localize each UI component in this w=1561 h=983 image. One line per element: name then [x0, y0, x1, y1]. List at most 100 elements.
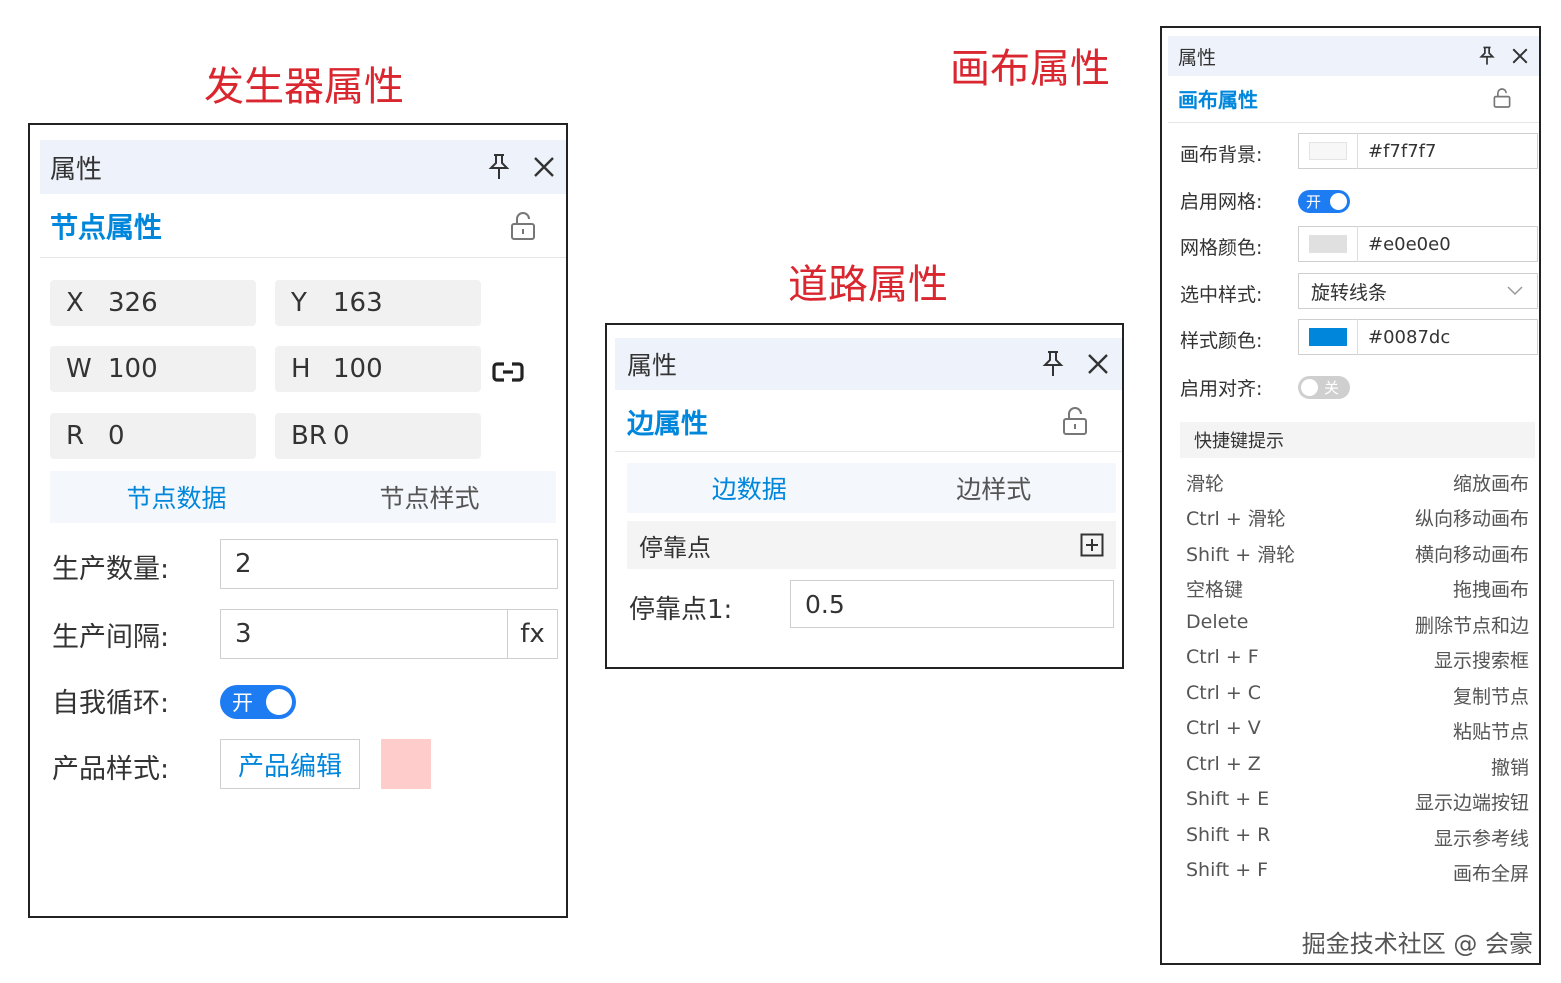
- swatch-divider: [1357, 319, 1358, 355]
- shortcut-title: 快捷键提示: [1194, 431, 1284, 452]
- dock-input[interactable]: 0.5: [790, 580, 1114, 628]
- shortcut-row: Shift + R 显示参考线: [1186, 824, 1529, 851]
- shortcut-key: 空格键: [1186, 579, 1244, 601]
- shortcut-key: Delete: [1186, 611, 1249, 633]
- shortcut-key: Ctrl + Z: [1186, 753, 1261, 775]
- production-interval-input[interactable]: 3: [220, 609, 508, 659]
- shortcut-row: Ctrl + 滑轮 纵向移动画布: [1186, 504, 1529, 531]
- w-key: W: [66, 354, 92, 384]
- y-value: 163: [333, 288, 383, 318]
- shortcut-row: Shift + E 显示边端按钮: [1186, 788, 1529, 815]
- shortcut-action: 显示搜索框: [1433, 650, 1529, 672]
- unlock-icon[interactable]: [510, 211, 536, 241]
- h-field[interactable]: H 100: [275, 346, 481, 392]
- bg-color-swatch[interactable]: [1309, 142, 1347, 160]
- unlock-icon[interactable]: [1493, 87, 1511, 109]
- swatch-divider: [1357, 133, 1358, 169]
- style-color-swatch[interactable]: [1309, 328, 1347, 346]
- canvas-caption: 画布属性: [950, 46, 1110, 92]
- node-tabs: 节点数据 节点样式: [50, 471, 556, 523]
- grid-color-swatch[interactable]: [1309, 235, 1347, 253]
- shortcut-action: 纵向移动画布: [1414, 508, 1529, 530]
- shortcut-action: 缩放画布: [1452, 473, 1529, 495]
- grid-color-input[interactable]: #e0e0e0: [1298, 226, 1538, 262]
- self-loop-toggle[interactable]: 开: [220, 685, 296, 719]
- w-value: 100: [108, 354, 158, 384]
- unlock-icon[interactable]: [1062, 406, 1088, 436]
- tab-edge-data[interactable]: 边数据: [627, 463, 872, 513]
- shortcut-row: Delete 删除节点和边: [1186, 611, 1529, 638]
- production-count-label: 生产数量:: [52, 554, 170, 585]
- tab-edge-style[interactable]: 边样式: [872, 463, 1117, 513]
- production-count-input[interactable]: 2: [220, 539, 558, 589]
- add-dock-icon[interactable]: [1080, 533, 1104, 557]
- toggle-knob: [1330, 193, 1347, 210]
- shortcut-action: 删除节点和边: [1414, 615, 1529, 637]
- style-color-input[interactable]: #0087dc: [1298, 319, 1538, 355]
- link-ratio-icon[interactable]: [492, 361, 524, 383]
- close-icon[interactable]: [1511, 47, 1529, 65]
- br-value: 0: [333, 421, 350, 451]
- product-edit-label: 产品编辑: [237, 751, 342, 782]
- watermark: 掘金技术社区 @ 会豪: [1301, 930, 1533, 958]
- tab-node-style[interactable]: 节点样式: [303, 471, 556, 523]
- shortcut-action: 粘贴节点: [1452, 721, 1529, 743]
- shortcut-action: 画布全屏: [1452, 863, 1529, 885]
- br-field[interactable]: BR 0: [275, 413, 481, 459]
- pin-icon[interactable]: [488, 153, 510, 181]
- divider: [40, 257, 566, 258]
- close-icon[interactable]: [532, 155, 556, 179]
- shortcut-action: 横向移动画布: [1414, 544, 1529, 566]
- close-icon[interactable]: [1086, 352, 1110, 376]
- canvas-properties-panel: 属性 画布属性 画布背景: #f7f7f7 启用网格: 开 网格颜色: #e0e…: [1160, 26, 1541, 965]
- style-color-label: 样式颜色:: [1180, 330, 1263, 352]
- product-edit-button[interactable]: 产品编辑: [220, 739, 360, 789]
- tab-node-data[interactable]: 节点数据: [50, 471, 303, 523]
- fx-button[interactable]: fx: [507, 609, 558, 659]
- divider: [1168, 122, 1539, 123]
- h-key: H: [291, 354, 311, 384]
- panel-title: 属性: [50, 154, 103, 185]
- r-field[interactable]: R 0: [50, 413, 256, 459]
- section-title-row: 边属性: [627, 397, 1088, 445]
- pin-icon[interactable]: [1479, 46, 1495, 66]
- shortcut-row: Ctrl + Z 撤销: [1186, 753, 1529, 780]
- shortcut-action: 显示边端按钮: [1414, 792, 1529, 814]
- section-title: 画布属性: [1178, 87, 1258, 112]
- align-toggle-text: 关: [1324, 379, 1340, 397]
- shortcut-action: 拖拽画布: [1452, 579, 1529, 601]
- y-key: Y: [291, 288, 307, 318]
- x-field[interactable]: X 326: [50, 280, 256, 326]
- section-title-row: 画布属性: [1178, 80, 1511, 116]
- grid-color-value: #e0e0e0: [1368, 233, 1451, 255]
- x-key: X: [66, 288, 84, 318]
- shortcut-header: 快捷键提示: [1180, 422, 1535, 458]
- y-field[interactable]: Y 163: [275, 280, 481, 326]
- style-color-value: #0087dc: [1368, 326, 1451, 348]
- product-style-label: 产品样式:: [52, 754, 170, 785]
- section-title: 边属性: [627, 408, 708, 440]
- r-value: 0: [108, 421, 125, 451]
- w-field[interactable]: W 100: [50, 346, 256, 392]
- product-color-swatch[interactable]: [381, 739, 431, 789]
- toggle-knob: [1301, 379, 1318, 396]
- bg-color-input[interactable]: #f7f7f7: [1298, 133, 1538, 169]
- panel-title: 属性: [1178, 46, 1217, 69]
- shortcut-row: Shift + 滑轮 横向移动画布: [1186, 540, 1529, 567]
- grid-enable-toggle[interactable]: 开: [1298, 190, 1350, 213]
- shortcut-key: Shift + E: [1186, 788, 1270, 810]
- shortcut-key: Shift + F: [1186, 859, 1269, 881]
- production-interval-value: 3: [235, 619, 252, 649]
- pin-icon[interactable]: [1042, 350, 1064, 378]
- panel-header: 属性: [615, 338, 1122, 390]
- grid-toggle-text: 开: [1306, 193, 1322, 211]
- production-interval-label: 生产间隔:: [52, 622, 170, 653]
- select-style-dropdown[interactable]: 旋转线条: [1298, 273, 1538, 309]
- self-loop-label: 自我循环:: [52, 688, 170, 719]
- align-toggle[interactable]: 关: [1298, 376, 1350, 399]
- shortcut-key: Shift + 滑轮: [1186, 544, 1296, 566]
- shortcut-row: Ctrl + V 粘贴节点: [1186, 717, 1529, 744]
- shortcut-row: 滑轮 缩放画布: [1186, 469, 1529, 496]
- divider: [615, 451, 1122, 452]
- fx-label: fx: [520, 619, 545, 649]
